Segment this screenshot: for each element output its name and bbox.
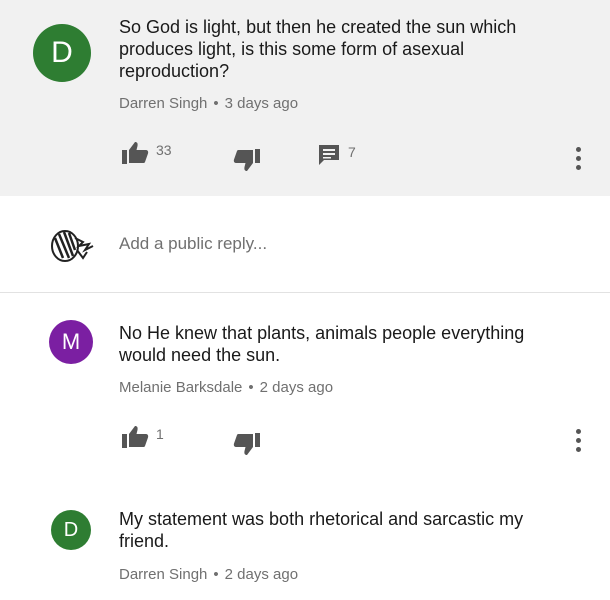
thumbs-up-icon (121, 141, 149, 165)
comment-text-line: So God is light, but then he created the… (119, 17, 517, 37)
avatar-letter: D (63, 518, 79, 541)
more-dot (575, 156, 581, 161)
reply-text: My statement was both rhetorical and sar… (119, 508, 579, 552)
user-avatar-icon (49, 228, 95, 262)
reply-meta: Melanie Barksdale • 2 days ago (119, 379, 333, 396)
reply-meta: Darren Singh • 2 days ago (119, 566, 298, 583)
comment-text-line: produces light, is this some form of ase… (119, 39, 465, 59)
author-name[interactable]: Darren Singh (119, 95, 207, 112)
comment-meta: Darren Singh • 3 days ago (119, 95, 298, 112)
meta-separator: • (248, 379, 254, 396)
thumbs-up-icon (121, 425, 149, 449)
reply-button[interactable]: 7 (317, 143, 356, 167)
more-dot (575, 447, 581, 452)
reply-text-line: would need the sun. (119, 345, 281, 365)
author-name[interactable]: Darren Singh (119, 566, 207, 583)
reply-text-line: friend. (119, 531, 170, 551)
avatar[interactable]: M (49, 320, 93, 364)
more-vert-icon[interactable] (575, 147, 581, 170)
like-count: 33 (156, 142, 172, 158)
reply-input[interactable]: Add a public reply... (119, 234, 267, 254)
timestamp: 2 days ago (259, 379, 334, 396)
avatar[interactable]: D (33, 24, 91, 82)
dislike-button[interactable] (233, 148, 261, 172)
thumbs-down-icon (233, 148, 261, 172)
like-button[interactable]: 1 (121, 425, 164, 449)
author-name[interactable]: Melanie Barksdale (119, 379, 242, 396)
meta-separator: • (213, 95, 219, 112)
meta-separator: • (213, 566, 219, 583)
comment-text: So God is light, but then he created the… (119, 16, 579, 82)
more-dot (575, 165, 581, 170)
reply-text-line: No He knew that plants, animals people e… (119, 323, 525, 343)
more-vert-icon[interactable] (575, 429, 581, 452)
thumbs-down-icon (233, 432, 261, 456)
timestamp: 3 days ago (224, 95, 299, 112)
more-dot (575, 438, 581, 443)
timestamp: 2 days ago (224, 566, 299, 583)
avatar[interactable]: D (51, 510, 91, 550)
reply-composer: Add a public reply... (0, 196, 610, 293)
avatar-letter: M (61, 329, 81, 354)
comment-icon (317, 143, 341, 167)
reply-text: No He knew that plants, animals people e… (119, 322, 579, 366)
more-dot (575, 147, 581, 152)
reply-text-line: My statement was both rhetorical and sar… (119, 509, 524, 529)
avatar-letter: D (51, 36, 73, 69)
comment-text-line: reproduction? (119, 61, 230, 81)
like-button[interactable]: 33 (121, 141, 172, 165)
like-count: 1 (156, 426, 164, 442)
more-dot (575, 429, 581, 434)
dislike-button[interactable] (233, 432, 261, 456)
reply-count: 7 (348, 144, 356, 160)
top-comment: D So God is light, but then he created t… (0, 0, 610, 196)
